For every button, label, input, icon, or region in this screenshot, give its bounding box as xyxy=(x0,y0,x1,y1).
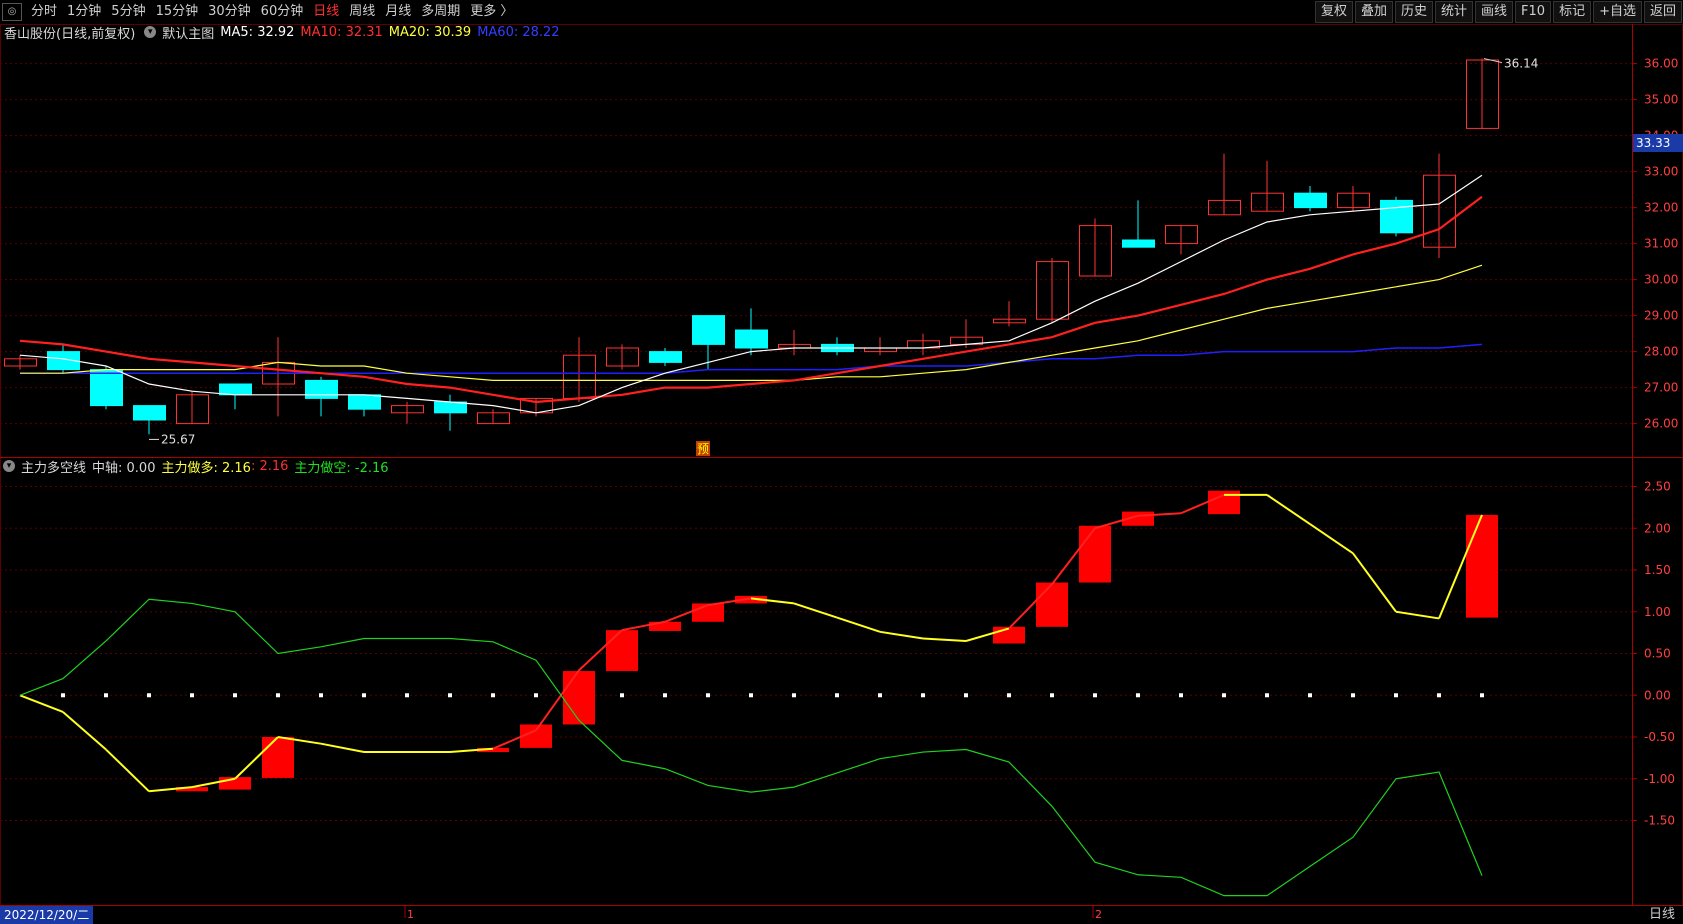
cursor-date: 2022/12/20/二 xyxy=(0,906,94,924)
main-long-line-segment xyxy=(879,630,924,640)
zero-axis-dot xyxy=(620,693,624,698)
price-tick-label: 28.00 xyxy=(1644,345,1678,359)
price-tick-label: 27.00 xyxy=(1644,381,1678,395)
zero-axis-dot xyxy=(706,693,710,698)
zero-axis-dot xyxy=(362,693,366,698)
zero-axis-dot xyxy=(663,693,667,698)
indicator-tick-label: 2.00 xyxy=(1644,521,1671,535)
indicator-tick-label: 0.50 xyxy=(1644,647,1671,661)
current-price-tag: 33.33 xyxy=(1633,134,1683,152)
main-long-line-segment xyxy=(320,742,365,754)
zero-axis-dot xyxy=(147,693,151,698)
main-long-line-segment xyxy=(922,637,967,642)
candle-down xyxy=(348,394,381,410)
candle-down xyxy=(90,369,123,407)
zero-axis-dot xyxy=(1093,693,1097,698)
main-long-line-segment xyxy=(793,602,838,619)
pre-badge: 预 xyxy=(697,442,709,456)
high-pointer xyxy=(1483,58,1503,64)
indicator-tick-label: 1.50 xyxy=(1644,563,1671,577)
candle-down xyxy=(133,405,166,421)
zero-axis-dot xyxy=(61,693,65,698)
main-long-line-segment xyxy=(1395,610,1440,620)
price-tick-label: 36.00 xyxy=(1644,57,1678,71)
main-force-bar xyxy=(262,737,294,778)
zero-axis-dot xyxy=(1480,693,1484,698)
candle-down xyxy=(219,383,252,396)
zero-axis-dot xyxy=(835,693,839,698)
zero-axis-dot xyxy=(792,693,796,698)
main-long-line-segment xyxy=(105,748,150,792)
candle-down xyxy=(1294,192,1327,209)
period-indicator[interactable]: 日线 xyxy=(1649,906,1675,924)
indicator-tick-label: -1.00 xyxy=(1644,772,1675,786)
zero-axis-dot xyxy=(921,693,925,698)
zero-axis-dot xyxy=(1136,693,1140,698)
price-tick-label: 33.00 xyxy=(1644,165,1678,179)
zero-axis-dot xyxy=(1222,693,1226,698)
zero-axis-dot xyxy=(1265,693,1269,698)
zero-axis-dot xyxy=(1308,693,1312,698)
main-force-bar xyxy=(692,603,724,622)
main-force-bar xyxy=(563,671,595,725)
indicator-tick-label: -0.50 xyxy=(1644,730,1675,744)
zero-axis-dot xyxy=(878,693,882,698)
price-tick-label: 32.00 xyxy=(1644,201,1678,215)
zero-axis-dot xyxy=(964,693,968,698)
candle-down xyxy=(434,401,467,414)
high-price-label: 36.14 xyxy=(1504,57,1538,71)
indicator-tick-label: 2.50 xyxy=(1644,480,1671,494)
candle-down xyxy=(1122,239,1155,248)
indicator-tick-label: 0.00 xyxy=(1644,688,1671,702)
price-tick-label: 31.00 xyxy=(1644,237,1678,251)
main-long-line-segment xyxy=(62,711,107,751)
zero-axis-dot xyxy=(276,693,280,698)
zero-axis-dot xyxy=(448,693,452,698)
price-tick-label: 29.00 xyxy=(1644,309,1678,323)
chart-canvas[interactable]: 26.00 27.00 28.00 29.00 30.00 31.00 32.00 33.00… xyxy=(0,0,1683,924)
main-short-line xyxy=(19,598,1483,897)
zero-axis-dot xyxy=(749,693,753,698)
main-long-line-segment xyxy=(1266,494,1311,525)
candle-down xyxy=(1380,199,1413,234)
indicator-tick-label: -1.50 xyxy=(1644,814,1675,828)
zero-axis-dot xyxy=(1437,693,1441,698)
main-long-line-segment xyxy=(1352,552,1397,613)
month-label: 1 xyxy=(407,908,414,921)
main-force-bar xyxy=(1036,582,1068,627)
candle-down xyxy=(735,329,768,349)
main-force-bar xyxy=(606,630,638,672)
zero-axis-dot xyxy=(104,693,108,698)
main-force-bar xyxy=(1466,514,1498,618)
price-tick-label: 35.00 xyxy=(1644,93,1678,107)
zero-axis-dot xyxy=(1394,693,1398,698)
zero-axis-dot xyxy=(1179,693,1183,698)
month-label: 2 xyxy=(1095,908,1102,921)
low-price-label: 25.67 xyxy=(161,432,195,446)
indicator-tick-label: 1.00 xyxy=(1644,605,1671,619)
main-long-line-segment xyxy=(19,694,64,713)
zero-axis-dot xyxy=(190,693,194,698)
zero-axis-dot xyxy=(534,693,538,698)
main-force-bar xyxy=(1079,525,1111,583)
zero-axis-dot xyxy=(1351,693,1355,698)
zero-axis-dot xyxy=(1007,693,1011,698)
main-long-line-segment xyxy=(836,616,881,633)
zero-axis-dot xyxy=(319,693,323,698)
price-tick-label: 30.00 xyxy=(1644,273,1678,287)
zero-axis-dot xyxy=(1050,693,1054,698)
candle-down xyxy=(305,379,338,399)
zero-axis-dot xyxy=(233,693,237,698)
zero-axis-dot xyxy=(491,693,495,698)
candle-down xyxy=(692,315,725,345)
ma10-line xyxy=(19,195,1483,404)
price-tick-label: 26.00 xyxy=(1644,417,1678,431)
candle-down xyxy=(649,351,682,363)
zero-axis-dot xyxy=(405,693,409,698)
